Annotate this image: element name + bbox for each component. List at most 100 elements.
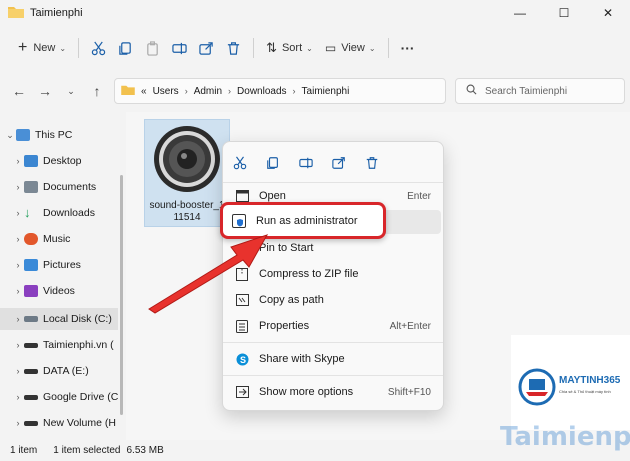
chevron-right-icon[interactable]: › <box>12 340 24 350</box>
rename-icon <box>172 42 187 54</box>
view-label: View <box>341 42 365 54</box>
scissors-icon <box>233 156 247 170</box>
paste-button[interactable] <box>139 34 166 62</box>
chevron-right-icon[interactable]: › <box>12 156 24 166</box>
search-icon <box>466 84 477 98</box>
chevron-right-icon[interactable]: › <box>12 286 24 296</box>
breadcrumb-admin[interactable]: Admin <box>194 86 222 97</box>
download-icon: ↓ <box>24 205 31 220</box>
cut-button[interactable] <box>85 34 112 62</box>
menu-item-show-more-options[interactable]: Show more options Shift+F10 <box>227 380 441 404</box>
drive-icon <box>24 394 38 400</box>
more-options-icon <box>235 385 249 399</box>
sidebar-item-data-e[interactable]: › DATA (E:) <box>12 360 118 382</box>
computer-icon <box>16 129 30 141</box>
chevron-right-icon[interactable]: › <box>12 366 24 376</box>
more-icon: ··· <box>400 40 415 56</box>
context-cut-button[interactable] <box>233 150 266 176</box>
trash-icon <box>366 157 378 169</box>
sidebar-item-local-disk-c[interactable]: › Local Disk (C:) <box>0 308 118 330</box>
menu-item-properties[interactable]: Properties Alt+Enter <box>227 314 441 338</box>
back-button[interactable]: ← <box>6 78 32 104</box>
close-button[interactable]: ✕ <box>586 0 630 26</box>
properties-icon <box>235 319 249 333</box>
delete-button[interactable] <box>220 34 247 62</box>
forward-button[interactable]: → <box>32 78 58 104</box>
share-icon <box>332 157 345 169</box>
minimize-button[interactable]: — <box>498 0 542 26</box>
maytinh365-logo: MAYTINH365 Chia sẻ & Thủ thuật máy tính <box>511 335 630 430</box>
drive-icon <box>24 420 38 426</box>
context-copy-button[interactable] <box>266 150 299 176</box>
view-icon: ▭ <box>324 41 337 55</box>
sidebar-item-taimienphi-drive[interactable]: › Taimienphi.vn ( <box>12 334 118 356</box>
chevron-right-icon[interactable]: › <box>12 208 24 218</box>
sidebar-item-videos[interactable]: › Videos <box>12 280 118 302</box>
chevron-right-icon[interactable]: › <box>12 234 24 244</box>
maximize-button[interactable]: ☐ <box>542 0 586 26</box>
desktop-icon <box>24 155 38 167</box>
window-title: Taimienphi <box>30 7 83 19</box>
chevron-right-icon[interactable]: › <box>12 182 24 192</box>
file-item-sound-booster[interactable]: sound-booster_1 11514 <box>144 119 230 227</box>
copy-icon <box>267 157 278 169</box>
context-rename-button[interactable] <box>299 150 332 176</box>
chevron-right-icon[interactable]: › <box>12 314 24 324</box>
search-placeholder: Search Taimienphi <box>485 85 568 97</box>
sidebar-item-google-drive[interactable]: › Google Drive (C <box>12 386 119 408</box>
chevron-right-icon: › <box>228 86 232 96</box>
rename-button[interactable] <box>166 34 193 62</box>
menu-item-share-skype[interactable]: S Share with Skype <box>227 347 441 371</box>
speaker-icon <box>154 126 220 192</box>
file-name: sound-booster_1 11514 <box>149 200 225 223</box>
address-bar[interactable]: « Users › Admin › Downloads › Taimienphi <box>114 78 446 104</box>
chevron-right-icon[interactable]: › <box>12 260 24 270</box>
chevron-down-icon: ⌄ <box>306 43 313 53</box>
more-options-button[interactable]: ··· <box>395 34 421 62</box>
up-button[interactable]: ↑ <box>84 78 110 104</box>
sidebar-item-music[interactable]: › Music <box>12 228 118 250</box>
view-button[interactable]: ▭ View ⌄ <box>319 34 382 62</box>
sidebar-item-this-pc[interactable]: ⌄ This PC <box>4 124 118 146</box>
chevron-right-icon[interactable]: › <box>12 392 24 402</box>
sidebar-scrollbar[interactable] <box>120 175 123 415</box>
skype-icon: S <box>235 352 249 366</box>
sidebar-item-downloads[interactable]: › ↓ Downloads <box>12 202 118 224</box>
chevron-down-icon[interactable]: ⌄ <box>4 130 16 141</box>
chevron-right-icon: › <box>184 86 188 96</box>
breadcrumb-users[interactable]: Users <box>153 86 179 97</box>
chevron-down-icon: ⌄ <box>59 43 67 53</box>
drive-icon <box>24 368 38 374</box>
context-share-button[interactable] <box>332 150 365 176</box>
paste-icon <box>147 40 158 56</box>
breadcrumb-taimienphi[interactable]: Taimienphi <box>302 86 350 97</box>
laptop-logo-icon <box>518 368 556 406</box>
sort-button[interactable]: ⇅ Sort ⌄ <box>260 34 319 62</box>
copy-button[interactable] <box>112 34 139 62</box>
sort-label: Sort <box>281 42 303 54</box>
context-delete-button[interactable] <box>365 150 398 176</box>
sidebar-item-desktop[interactable]: › Desktop <box>12 150 118 172</box>
sidebar-item-pictures[interactable]: › Pictures <box>12 254 118 276</box>
logo-tagline: Chia sẻ & Thủ thuật máy tính <box>559 389 611 394</box>
copy-icon <box>119 41 131 55</box>
pictures-icon <box>24 259 38 271</box>
chevron-right-icon[interactable]: › <box>12 418 24 428</box>
breadcrumb-overflow[interactable]: « <box>141 86 147 97</box>
sidebar-item-documents[interactable]: › Documents <box>12 176 118 198</box>
plus-icon: + <box>18 39 28 56</box>
recent-dropdown-button[interactable]: ⌄ <box>58 78 84 104</box>
selection-info: 1 item selected <box>53 445 121 456</box>
drive-icon <box>24 316 38 322</box>
breadcrumb-downloads[interactable]: Downloads <box>237 86 286 97</box>
new-button[interactable]: + New ⌄ <box>12 34 72 62</box>
search-input[interactable]: Search Taimienphi <box>455 78 625 104</box>
item-count: 1 item <box>10 445 38 456</box>
sort-icon: ⇅ <box>266 40 277 55</box>
title-bar: Taimienphi — ☐ ✕ <box>0 0 630 26</box>
sidebar-item-new-volume[interactable]: › New Volume (H <box>12 412 118 434</box>
share-button[interactable] <box>193 34 220 62</box>
context-quick-actions <box>223 148 443 178</box>
navigation-pane: ⌄ This PC › Desktop › Documents › ↓ Down… <box>0 116 118 438</box>
logo-brand: MAYTINH365 <box>559 375 621 386</box>
